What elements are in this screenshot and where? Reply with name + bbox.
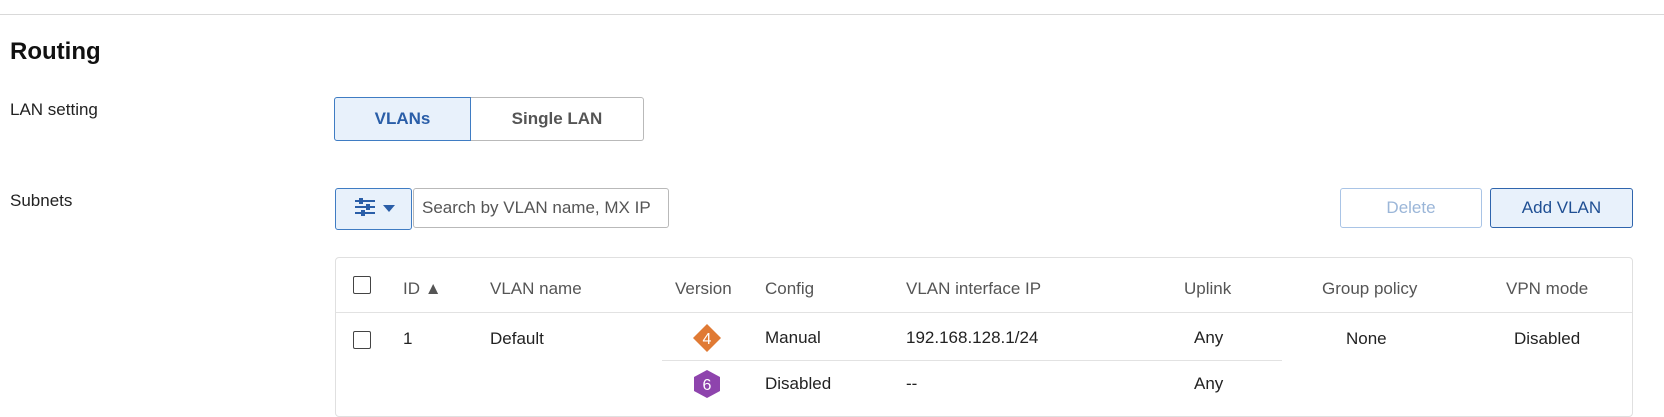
ipv6-badge-label: 6 [703, 377, 712, 394]
single-lan-option-button[interactable]: Single LAN [471, 97, 644, 141]
vpn-mode-value: Disabled [1514, 329, 1581, 348]
config-value: Manual [765, 328, 821, 347]
lan-setting-label: LAN setting [10, 100, 98, 119]
group-policy-value: None [1346, 329, 1387, 348]
select-all-checkbox[interactable] [353, 276, 371, 294]
vlan-interface-ip: 192.168.128.1/24 [906, 328, 1039, 347]
column-header-version[interactable]: Version [675, 279, 732, 299]
page-title: Routing [10, 38, 101, 65]
filter-columns-button[interactable] [335, 188, 412, 230]
vlans-option-button[interactable]: VLANs [334, 97, 471, 141]
uplink-value: Any [1194, 374, 1224, 393]
vlan-id: 1 [403, 329, 413, 348]
column-header-id[interactable]: ID ▲ [403, 279, 442, 299]
uplink-value: Any [1194, 328, 1224, 347]
ipv4-badge-label: 4 [703, 331, 712, 348]
lan-setting-toggle: VLANs Single LAN [334, 97, 644, 141]
delete-button[interactable]: Delete [1340, 188, 1482, 228]
ipv4-badge: 4 [692, 323, 722, 353]
vlan-name[interactable]: Default [490, 329, 544, 349]
version-divider [662, 360, 1282, 361]
column-header-vlan-name[interactable]: VLAN name [490, 279, 582, 299]
column-header-vlan-interface-ip[interactable]: VLAN interface IP [906, 279, 1041, 299]
ipv6-badge: 6 [692, 369, 722, 399]
vlan-interface-ip: -- [906, 374, 918, 393]
subnets-label: Subnets [10, 191, 73, 210]
vlan-search-input[interactable] [413, 188, 669, 228]
caret-down-icon [382, 200, 395, 218]
sliders-icon [353, 197, 377, 222]
add-vlan-button[interactable]: Add VLAN [1490, 188, 1633, 228]
column-header-vpn-mode[interactable]: VPN mode [1506, 279, 1588, 299]
config-value: Disabled [765, 374, 832, 393]
header-divider [336, 312, 1632, 313]
top-divider [0, 14, 1664, 15]
column-header-group-policy[interactable]: Group policy [1322, 279, 1417, 299]
column-header-uplink[interactable]: Uplink [1184, 279, 1231, 299]
row-checkbox[interactable] [353, 331, 371, 349]
column-header-config[interactable]: Config [765, 279, 814, 299]
